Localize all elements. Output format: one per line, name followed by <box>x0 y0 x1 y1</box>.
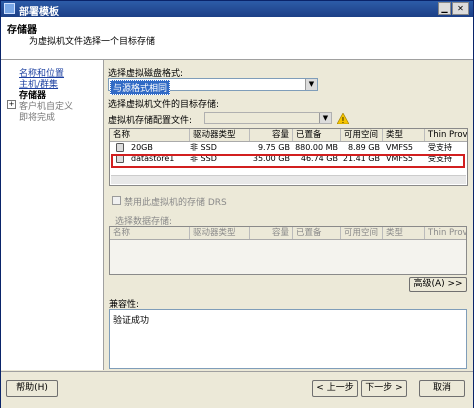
column-header[interactable]: 名称 <box>110 129 190 141</box>
column-header[interactable]: Thin Provisio <box>425 129 467 141</box>
column-header[interactable]: 驱动器类型 <box>190 129 250 141</box>
cancel-button[interactable]: 取消 <box>419 380 465 397</box>
select-datastore-header: 名称 驱动器类型 容量 已置备 可用空间 类型 Thin Provisio <box>110 227 466 240</box>
thin-provisioning: 受支持 <box>428 143 452 152</box>
column-header: 驱动器类型 <box>190 227 250 239</box>
deploy-template-window: 部署模板 ▁ ✕ 存储器 为虚拟机文件选择一个目标存储 名称和位置 主机/群集 … <box>0 0 474 408</box>
disk-format-select[interactable]: 与源格式相同 ▼ <box>108 78 318 95</box>
wizard-footer: 帮助(H) < 上一步 下一步 > 取消 <box>1 371 473 408</box>
back-button[interactable]: < 上一步 <box>312 380 358 397</box>
minimize-icon[interactable]: ▁ <box>438 2 451 15</box>
title-bar: 部署模板 ▁ ✕ <box>1 1 473 18</box>
next-button[interactable]: 下一步 > <box>361 380 407 397</box>
datastore-table-header: 名称 驱动器类型 容量 已置备 可用空间 类型 Thin Provisio <box>110 129 467 142</box>
select-datastore-table: 名称 驱动器类型 容量 已置备 可用空间 类型 Thin Provisio <box>109 226 467 275</box>
column-header[interactable]: 已置备 <box>293 129 341 141</box>
column-header[interactable]: 类型 <box>383 129 425 141</box>
drs-checkbox[interactable] <box>112 196 121 205</box>
selected-row-highlight <box>111 154 465 168</box>
column-header: 可用空间 <box>341 227 383 239</box>
compatibility-box: 验证成功 <box>109 309 467 369</box>
disk-format-value: 与源格式相同 <box>110 80 171 95</box>
page-header: 存储器 为虚拟机文件选择一个目标存储 <box>1 17 473 60</box>
compatibility-value: 验证成功 <box>113 316 150 326</box>
datastore-name: 20GB <box>131 143 153 152</box>
help-button-label: 帮助(H) <box>16 383 48 393</box>
provisioned: 880.00 MB <box>295 143 338 152</box>
cancel-button-label: 取消 <box>432 383 451 393</box>
profile-label: 虚拟机存储配置文件: <box>108 116 193 126</box>
help-button[interactable]: 帮助(H) <box>6 380 58 397</box>
table-row[interactable]: 20GB 非 SSD 9.75 GB 880.00 MB 8.89 GB VMF… <box>110 142 467 153</box>
column-header[interactable]: 容量 <box>250 129 293 141</box>
page-subtitle: 为虚拟机文件选择一个目标存储 <box>29 37 156 47</box>
horizontal-scrollbar[interactable] <box>111 175 466 184</box>
back-button-label: < 上一步 <box>316 383 354 393</box>
column-header[interactable]: 可用空间 <box>341 129 383 141</box>
target-storage-label: 选择虚拟机文件的目标存储: <box>108 100 220 110</box>
column-header: 已置备 <box>293 227 341 239</box>
drs-label: 禁用此虚拟机的存储 DRS <box>124 198 227 208</box>
close-icon[interactable]: ✕ <box>452 2 469 15</box>
wizard-steps: 名称和位置 主机/群集 存储器 + 客户机自定义 即将完成 <box>1 60 104 370</box>
column-header: Thin Provisio <box>425 227 466 239</box>
window-title: 部署模板 <box>19 7 59 18</box>
drive-type: 非 SSD <box>190 143 217 152</box>
svg-text:!: ! <box>341 116 344 124</box>
column-header: 容量 <box>250 227 293 239</box>
advanced-button-label: 高级(A) >> <box>413 279 463 289</box>
column-header: 类型 <box>383 227 425 239</box>
profile-select[interactable]: ▼ <box>204 112 332 124</box>
column-header: 名称 <box>110 227 190 239</box>
app-icon <box>4 3 15 14</box>
capacity: 9.75 GB <box>257 143 290 152</box>
datastore-icon <box>116 143 124 152</box>
step-ready-to-complete: 即将完成 <box>19 113 56 123</box>
expand-icon[interactable]: + <box>7 100 16 109</box>
next-button-label: 下一步 > <box>365 383 403 393</box>
chevron-down-icon[interactable]: ▼ <box>319 113 331 123</box>
fs-type: VMFS5 <box>386 143 414 152</box>
warning-icon: ! <box>337 113 349 124</box>
advanced-button[interactable]: 高级(A) >> <box>409 277 467 292</box>
free-space: 8.89 GB <box>347 143 380 152</box>
chevron-down-icon[interactable]: ▼ <box>305 79 317 90</box>
